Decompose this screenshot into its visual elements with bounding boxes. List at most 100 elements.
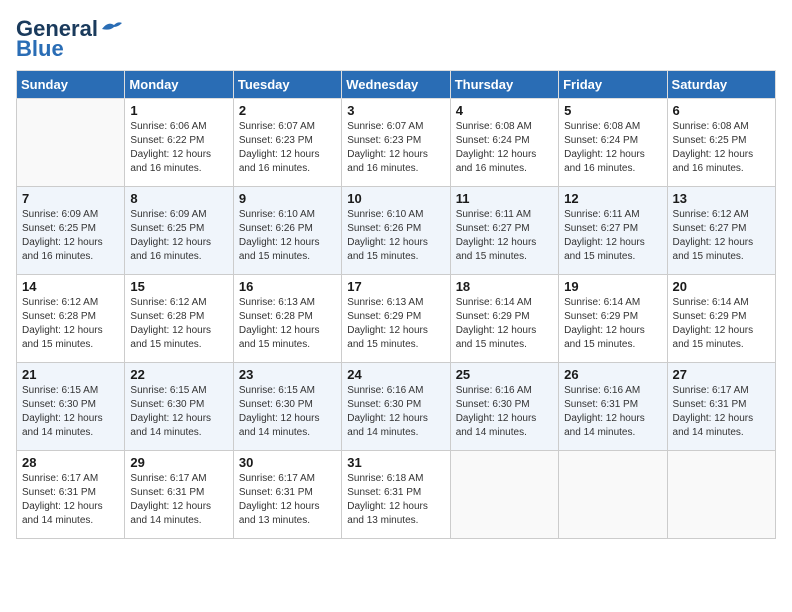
day-info: Sunrise: 6:12 AMSunset: 6:27 PMDaylight:… [673,208,770,264]
day-info: Sunrise: 6:14 AMSunset: 6:29 PMDaylight:… [456,296,553,352]
calendar-cell: 16 Sunrise: 6:13 AMSunset: 6:28 PMDayligh… [233,275,341,363]
day-number: 1 [130,103,227,118]
calendar-cell: 9 Sunrise: 6:10 AMSunset: 6:26 PMDaylight… [233,187,341,275]
day-info: Sunrise: 6:06 AMSunset: 6:22 PMDaylight:… [130,120,227,176]
col-header-friday: Friday [559,71,667,99]
day-number: 5 [564,103,661,118]
day-number: 28 [22,455,119,470]
calendar-cell: 18 Sunrise: 6:14 AMSunset: 6:29 PMDayligh… [450,275,558,363]
day-number: 6 [673,103,770,118]
day-info: Sunrise: 6:09 AMSunset: 6:25 PMDaylight:… [130,208,227,264]
day-number: 3 [347,103,444,118]
logo-bird-icon [100,19,122,35]
day-number: 27 [673,367,770,382]
calendar-cell: 31 Sunrise: 6:18 AMSunset: 6:31 PMDayligh… [342,451,450,539]
week-row-3: 14 Sunrise: 6:12 AMSunset: 6:28 PMDayligh… [17,275,776,363]
col-header-wednesday: Wednesday [342,71,450,99]
day-info: Sunrise: 6:13 AMSunset: 6:28 PMDaylight:… [239,296,336,352]
day-number: 14 [22,279,119,294]
day-info: Sunrise: 6:15 AMSunset: 6:30 PMDaylight:… [239,384,336,440]
day-number: 31 [347,455,444,470]
week-row-2: 7 Sunrise: 6:09 AMSunset: 6:25 PMDaylight… [17,187,776,275]
calendar-cell: 3 Sunrise: 6:07 AMSunset: 6:23 PMDaylight… [342,99,450,187]
col-header-tuesday: Tuesday [233,71,341,99]
week-row-4: 21 Sunrise: 6:15 AMSunset: 6:30 PMDayligh… [17,363,776,451]
calendar-cell [17,99,125,187]
col-header-thursday: Thursday [450,71,558,99]
calendar-cell: 6 Sunrise: 6:08 AMSunset: 6:25 PMDaylight… [667,99,775,187]
day-info: Sunrise: 6:14 AMSunset: 6:29 PMDaylight:… [564,296,661,352]
day-number: 15 [130,279,227,294]
day-number: 29 [130,455,227,470]
calendar-cell [667,451,775,539]
day-number: 4 [456,103,553,118]
calendar-cell: 1 Sunrise: 6:06 AMSunset: 6:22 PMDaylight… [125,99,233,187]
calendar-cell: 14 Sunrise: 6:12 AMSunset: 6:28 PMDayligh… [17,275,125,363]
day-info: Sunrise: 6:16 AMSunset: 6:30 PMDaylight:… [456,384,553,440]
calendar-cell: 5 Sunrise: 6:08 AMSunset: 6:24 PMDaylight… [559,99,667,187]
calendar-cell: 22 Sunrise: 6:15 AMSunset: 6:30 PMDayligh… [125,363,233,451]
calendar-cell: 13 Sunrise: 6:12 AMSunset: 6:27 PMDayligh… [667,187,775,275]
calendar-header-row: SundayMondayTuesdayWednesdayThursdayFrid… [17,71,776,99]
calendar-cell: 2 Sunrise: 6:07 AMSunset: 6:23 PMDaylight… [233,99,341,187]
day-number: 22 [130,367,227,382]
day-number: 7 [22,191,119,206]
day-info: Sunrise: 6:12 AMSunset: 6:28 PMDaylight:… [130,296,227,352]
col-header-saturday: Saturday [667,71,775,99]
day-number: 21 [22,367,119,382]
day-number: 23 [239,367,336,382]
day-info: Sunrise: 6:10 AMSunset: 6:26 PMDaylight:… [239,208,336,264]
day-number: 2 [239,103,336,118]
day-number: 16 [239,279,336,294]
day-info: Sunrise: 6:17 AMSunset: 6:31 PMDaylight:… [22,472,119,528]
day-number: 19 [564,279,661,294]
day-number: 11 [456,191,553,206]
day-info: Sunrise: 6:07 AMSunset: 6:23 PMDaylight:… [239,120,336,176]
day-info: Sunrise: 6:09 AMSunset: 6:25 PMDaylight:… [22,208,119,264]
day-number: 25 [456,367,553,382]
calendar-cell: 19 Sunrise: 6:14 AMSunset: 6:29 PMDayligh… [559,275,667,363]
day-number: 30 [239,455,336,470]
col-header-sunday: Sunday [17,71,125,99]
day-info: Sunrise: 6:07 AMSunset: 6:23 PMDaylight:… [347,120,444,176]
calendar-cell: 15 Sunrise: 6:12 AMSunset: 6:28 PMDayligh… [125,275,233,363]
day-number: 18 [456,279,553,294]
day-info: Sunrise: 6:08 AMSunset: 6:24 PMDaylight:… [564,120,661,176]
day-number: 24 [347,367,444,382]
calendar-cell: 24Sunrise: 6:16 AMSunset: 6:30 PMDayligh… [342,363,450,451]
week-row-1: 1 Sunrise: 6:06 AMSunset: 6:22 PMDaylight… [17,99,776,187]
day-info: Sunrise: 6:17 AMSunset: 6:31 PMDaylight:… [673,384,770,440]
calendar-cell: 28 Sunrise: 6:17 AMSunset: 6:31 PMDayligh… [17,451,125,539]
calendar-cell: 27 Sunrise: 6:17 AMSunset: 6:31 PMDayligh… [667,363,775,451]
day-number: 8 [130,191,227,206]
calendar-cell: 12 Sunrise: 6:11 AMSunset: 6:27 PMDayligh… [559,187,667,275]
day-info: Sunrise: 6:10 AMSunset: 6:26 PMDaylight:… [347,208,444,264]
day-info: Sunrise: 6:15 AMSunset: 6:30 PMDaylight:… [130,384,227,440]
day-info: Sunrise: 6:11 AMSunset: 6:27 PMDaylight:… [564,208,661,264]
calendar-cell: 25 Sunrise: 6:16 AMSunset: 6:30 PMDayligh… [450,363,558,451]
calendar-cell: 26Sunrise: 6:16 AMSunset: 6:31 PMDayligh… [559,363,667,451]
day-number: 9 [239,191,336,206]
calendar-cell [450,451,558,539]
col-header-monday: Monday [125,71,233,99]
calendar-cell: 4Sunrise: 6:08 AMSunset: 6:24 PMDaylight… [450,99,558,187]
calendar-cell: 21 Sunrise: 6:15 AMSunset: 6:30 PMDayligh… [17,363,125,451]
logo-blue: Blue [16,36,64,62]
day-info: Sunrise: 6:11 AMSunset: 6:27 PMDaylight:… [456,208,553,264]
day-info: Sunrise: 6:18 AMSunset: 6:31 PMDaylight:… [347,472,444,528]
calendar-cell: 29 Sunrise: 6:17 AMSunset: 6:31 PMDayligh… [125,451,233,539]
day-info: Sunrise: 6:12 AMSunset: 6:28 PMDaylight:… [22,296,119,352]
logo: General Blue [16,16,122,62]
day-info: Sunrise: 6:17 AMSunset: 6:31 PMDaylight:… [239,472,336,528]
day-number: 13 [673,191,770,206]
week-row-5: 28 Sunrise: 6:17 AMSunset: 6:31 PMDayligh… [17,451,776,539]
day-info: Sunrise: 6:17 AMSunset: 6:31 PMDaylight:… [130,472,227,528]
day-number: 12 [564,191,661,206]
calendar-cell: 8 Sunrise: 6:09 AMSunset: 6:25 PMDaylight… [125,187,233,275]
day-info: Sunrise: 6:13 AMSunset: 6:29 PMDaylight:… [347,296,444,352]
day-info: Sunrise: 6:08 AMSunset: 6:25 PMDaylight:… [673,120,770,176]
day-info: Sunrise: 6:15 AMSunset: 6:30 PMDaylight:… [22,384,119,440]
calendar-cell: 20Sunrise: 6:14 AMSunset: 6:29 PMDayligh… [667,275,775,363]
calendar-cell [559,451,667,539]
day-number: 26 [564,367,661,382]
